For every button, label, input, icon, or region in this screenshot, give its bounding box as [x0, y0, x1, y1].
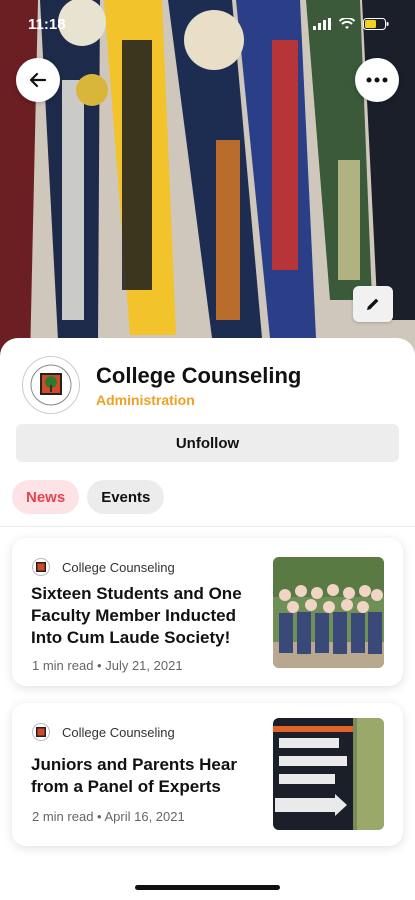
- status-icons: [313, 18, 389, 30]
- home-indicator: [135, 885, 280, 890]
- card-thumbnail[interactable]: [273, 557, 384, 668]
- card-date: April 16, 2021: [104, 809, 185, 824]
- card-meta: 2 min read • April 16, 2021: [32, 809, 185, 824]
- ellipsis-icon: [366, 77, 388, 83]
- organization-logo: [22, 356, 80, 414]
- news-card[interactable]: College Counseling Sixteen Students and …: [12, 538, 403, 686]
- profile-text: College Counseling Administration: [96, 363, 301, 408]
- news-card[interactable]: College Counseling Juniors and Parents H…: [12, 703, 403, 846]
- pencil-icon: [367, 298, 379, 310]
- divider: [0, 526, 415, 527]
- signal-icon: [313, 18, 331, 30]
- card-source-name: College Counseling: [62, 559, 175, 575]
- meta-separator: •: [97, 658, 106, 673]
- back-button[interactable]: [16, 58, 60, 102]
- profile-header: College Counseling Administration: [22, 356, 301, 414]
- meta-separator: •: [97, 809, 105, 824]
- tab-events[interactable]: Events: [87, 480, 165, 514]
- status-bar: 11:18: [0, 0, 415, 48]
- battery-icon: [363, 18, 389, 30]
- content-tabs: News Events: [12, 480, 165, 514]
- profile-sheet: College Counseling Administration Unfoll…: [0, 338, 415, 900]
- unfollow-button[interactable]: Unfollow: [16, 424, 399, 462]
- card-read-time: 1 min read: [32, 658, 94, 673]
- card-title[interactable]: Juniors and Parents Hear from a Panel of…: [31, 754, 263, 798]
- card-meta: 1 min read • July 21, 2021: [32, 658, 183, 673]
- more-options-button[interactable]: [355, 58, 399, 102]
- status-time: 11:18: [28, 15, 66, 33]
- source-logo-icon: [32, 558, 50, 576]
- card-read-time: 2 min read: [32, 809, 94, 824]
- card-source: College Counseling: [32, 723, 175, 741]
- card-date: July 21, 2021: [105, 658, 183, 673]
- card-source-name: College Counseling: [62, 724, 175, 740]
- source-logo-icon: [32, 723, 50, 741]
- tab-news[interactable]: News: [12, 480, 80, 514]
- crest-icon: [30, 364, 72, 406]
- card-thumbnail[interactable]: [273, 718, 384, 830]
- card-source: College Counseling: [32, 558, 175, 576]
- organization-category: Administration: [96, 391, 195, 408]
- wifi-icon: [339, 18, 355, 29]
- arrow-left-icon: [29, 72, 47, 88]
- edit-cover-button[interactable]: [353, 286, 393, 322]
- organization-name: College Counseling: [96, 362, 302, 388]
- card-title[interactable]: Sixteen Students and One Faculty Member …: [31, 583, 263, 649]
